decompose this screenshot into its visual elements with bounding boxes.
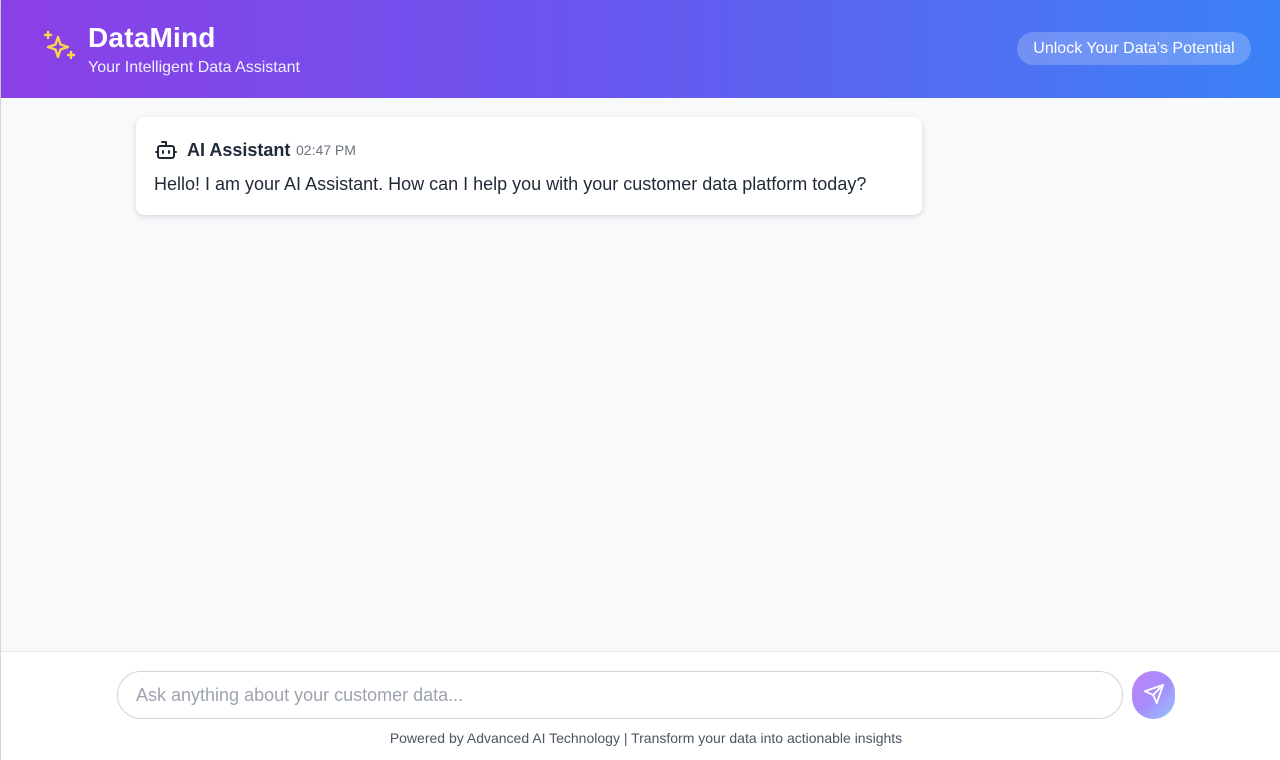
send-icon bbox=[1143, 683, 1165, 708]
composer-footer: Powered by Advanced AI Technology | Tran… bbox=[1, 651, 1280, 760]
send-button[interactable] bbox=[1132, 671, 1175, 719]
message-text: Hello! I am your AI Assistant. How can I… bbox=[154, 174, 867, 194]
chat-input[interactable] bbox=[117, 671, 1123, 719]
app-header: DataMind Your Intelligent Data Assistant… bbox=[1, 0, 1280, 98]
unlock-potential-button[interactable]: Unlock Your Data's Potential bbox=[1017, 32, 1251, 65]
message-sender: AI Assistant bbox=[187, 140, 291, 160]
sparkles-icon bbox=[41, 28, 79, 66]
bot-icon bbox=[154, 138, 178, 162]
app-title: DataMind bbox=[88, 22, 216, 53]
app-subtitle: Your Intelligent Data Assistant bbox=[88, 59, 300, 76]
assistant-message: AI Assistant 02:47 PM Hello! I am your A… bbox=[136, 117, 922, 215]
message-timestamp: 02:47 PM bbox=[296, 142, 356, 158]
footer-note: Powered by Advanced AI Technology | Tran… bbox=[389, 730, 903, 746]
chat-area[interactable]: AI Assistant 02:47 PM Hello! I am your A… bbox=[1, 98, 1280, 651]
app-window: DataMind Your Intelligent Data Assistant… bbox=[0, 0, 1280, 760]
